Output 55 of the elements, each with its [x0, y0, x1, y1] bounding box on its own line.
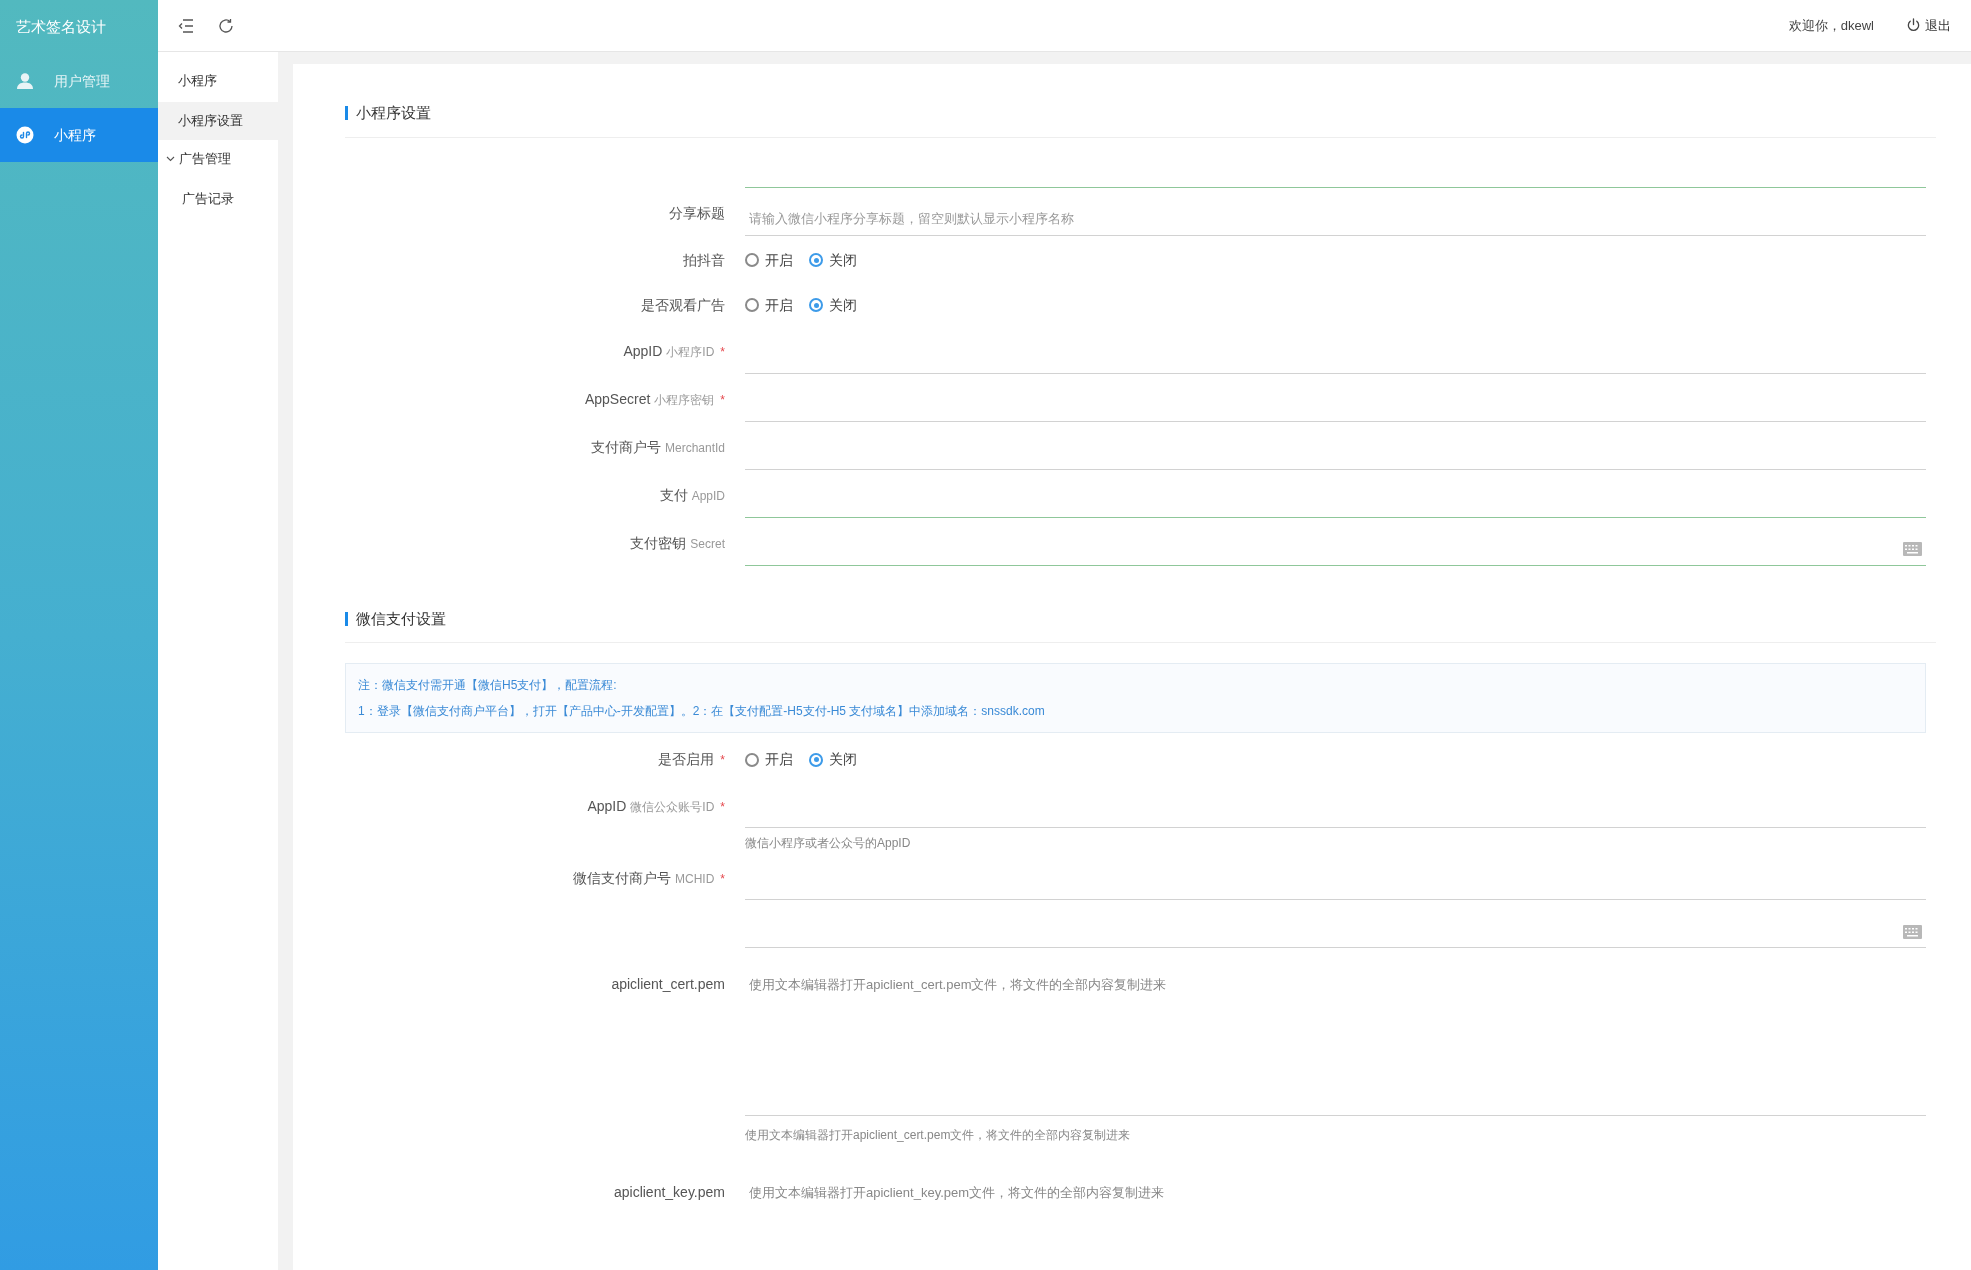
help-text: 使用文本编辑器打开apiclient_cert.pem文件，将文件的全部内容复制进来	[745, 1128, 1131, 1142]
sidebar-item[interactable]: 小程序	[0, 108, 158, 162]
keyboard-icon[interactable]	[1903, 924, 1922, 939]
field-label: apiclient_key.pem	[613, 1183, 725, 1202]
radio-option[interactable]: 开启	[745, 249, 793, 271]
notice-text: 1：登录【微信支付商户平台】，打开【产品中心-开发配置】。2：在【支付配置-H5支付-H5 支付域名】中添加域名：snssdk.com	[358, 703, 1046, 720]
notice-text: 注：微信支付需开通【微信H5支付】，配置流程:	[358, 677, 618, 694]
field-sublabel: 微信公众账号ID	[630, 798, 715, 816]
chevron-icon	[166, 156, 175, 162]
required-mark: *	[720, 344, 725, 361]
field-label: AppID	[623, 342, 663, 361]
field-sublabel: AppID	[691, 488, 725, 505]
field-label: 支付商户号	[590, 438, 661, 457]
submenu-item[interactable]: 广告管理	[158, 140, 278, 178]
field-label: AppSecret	[584, 390, 651, 409]
radio-option[interactable]: 关闭	[809, 749, 857, 770]
field-label: apiclient_cert.pem	[611, 975, 725, 994]
field-label: 是否启用	[658, 750, 715, 769]
keyboard-icon[interactable]	[1903, 542, 1922, 556]
welcome-text: 欢迎你，dkewl	[1788, 16, 1874, 35]
text-area[interactable]: 使用文本编辑器打开apiclient_key.pem文件，将文件的全部内容复制进来	[745, 1174, 1926, 1270]
field-label: 支付密钥	[630, 534, 687, 553]
radio-option[interactable]: 关闭	[809, 294, 857, 316]
radio-option[interactable]: 开启	[745, 749, 793, 770]
submenu-title: 小程序	[178, 72, 217, 91]
field-sublabel: MerchantId	[664, 440, 725, 457]
help-text: 微信小程序或者公众号的AppID	[745, 836, 911, 850]
radio-option[interactable]: 关闭	[809, 249, 857, 271]
link-circle-icon	[16, 126, 34, 144]
field-label: 支付	[659, 486, 688, 505]
required-mark: *	[720, 870, 725, 888]
field-label: AppID	[587, 796, 627, 816]
field-sublabel: 小程序密钥	[654, 392, 715, 409]
field-label: 拍抖音	[683, 250, 725, 270]
menu-fold-icon[interactable]	[178, 18, 194, 33]
required-mark: *	[720, 798, 725, 816]
field-label: 是否观看广告	[641, 295, 725, 315]
text-area[interactable]: 使用文本编辑器打开apiclient_cert.pem文件，将文件的全部内容复制进来	[745, 966, 1926, 1116]
section-title: 小程序设置	[356, 103, 431, 123]
required-mark: *	[720, 752, 725, 769]
submenu-item[interactable]: 小程序设置	[158, 102, 278, 140]
user-icon	[16, 72, 34, 90]
field-sublabel: 小程序ID	[666, 344, 715, 361]
field-sublabel: Secret	[690, 536, 725, 553]
field-sublabel: MCHID	[675, 870, 715, 888]
refresh-icon[interactable]	[218, 17, 234, 34]
radio-option[interactable]: 开启	[745, 294, 793, 316]
section-title: 微信支付设置	[356, 608, 446, 629]
submenu-item[interactable]: 广告记录	[158, 178, 278, 220]
logout-button[interactable]: 退出	[1906, 15, 1951, 36]
field-label: 分享标题	[669, 204, 725, 223]
required-mark: *	[720, 392, 725, 409]
field-label: 微信支付商户号	[573, 868, 671, 888]
power-icon	[1906, 18, 1921, 33]
brand-title: 艺术签名设计	[16, 16, 106, 37]
